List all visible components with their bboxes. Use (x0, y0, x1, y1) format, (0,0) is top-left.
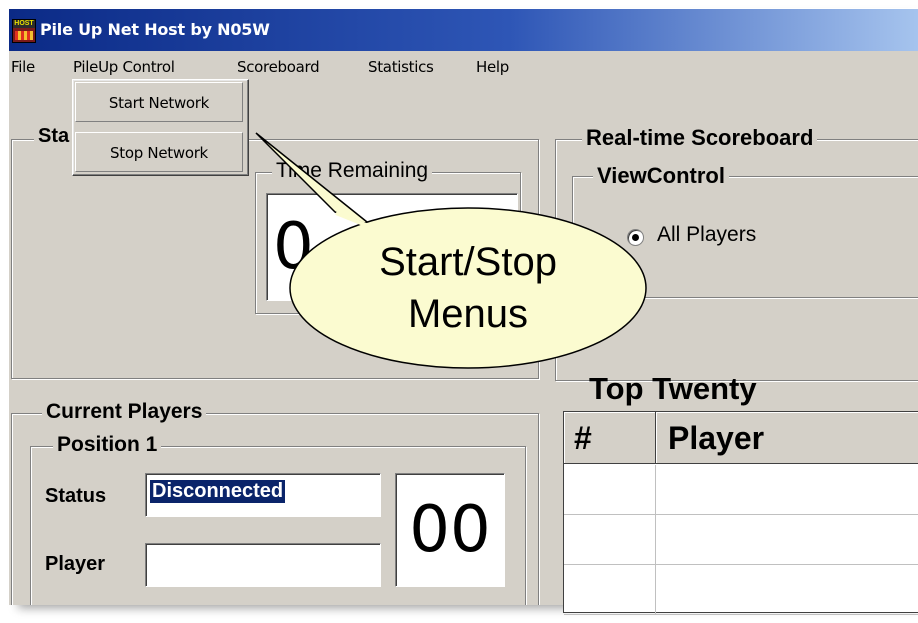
column-header-player[interactable]: Player (656, 412, 918, 464)
player-count-display: 00 (395, 473, 505, 587)
table-cell[interactable] (564, 515, 656, 565)
window-title: Pile Up Net Host by N05W (40, 20, 270, 39)
current-players-label: Current Players (42, 400, 207, 424)
position-1-group: Position 1 Status Disconnected Player 00 (30, 433, 526, 605)
player-field[interactable] (145, 543, 381, 587)
table-cell[interactable] (564, 565, 656, 615)
menu-file[interactable]: File (11, 58, 35, 76)
scoreboard-title: Real-time Scoreboard (582, 125, 818, 151)
status-field[interactable]: Disconnected (145, 473, 381, 517)
app-icon-label: HOST (13, 20, 35, 28)
player-count-digits: 00 (409, 493, 491, 567)
title-bar[interactable]: HOST Pile Up Net Host by N05W (9, 9, 918, 51)
player-label: Player (45, 553, 106, 575)
menu-statistics[interactable]: Statistics (368, 58, 434, 76)
table-cell[interactable] (656, 565, 918, 615)
stop-network-menu-item[interactable]: Stop Network (75, 132, 243, 172)
table-cell[interactable] (564, 465, 656, 515)
top-twenty-grid[interactable]: # Player (563, 411, 918, 615)
status-value: Disconnected (150, 480, 286, 503)
top-twenty-title: Top Twenty (589, 371, 757, 406)
callout-line-1: Start/Stop (379, 240, 557, 284)
menu-scoreboard[interactable]: Scoreboard (237, 58, 320, 76)
position-1-label: Position 1 (53, 433, 162, 457)
start-network-menu-item[interactable]: Start Network (75, 82, 243, 122)
time-remaining-label: Time Remaining (272, 159, 433, 183)
callout-text: Start/Stop Menus (292, 236, 644, 340)
menu-help[interactable]: Help (476, 58, 509, 76)
all-players-label[interactable]: All Players (657, 223, 756, 247)
view-control-label: ViewControl (593, 163, 729, 189)
app-icon[interactable]: HOST (12, 19, 36, 43)
status-group-label: Sta (34, 125, 74, 148)
table-cell[interactable] (656, 515, 918, 565)
current-players-group: Current Players Position 1 Status Discon… (11, 400, 539, 605)
callout-line-2: Menus (407, 292, 529, 336)
status-label: Status (45, 485, 107, 507)
column-header-rank[interactable]: # (564, 412, 656, 464)
menu-pileup-control[interactable]: PileUp Control (73, 58, 175, 76)
table-cell[interactable] (656, 465, 918, 515)
app-icon-graphic (15, 31, 33, 40)
pileup-control-dropdown: Start Network Stop Network (72, 79, 249, 176)
